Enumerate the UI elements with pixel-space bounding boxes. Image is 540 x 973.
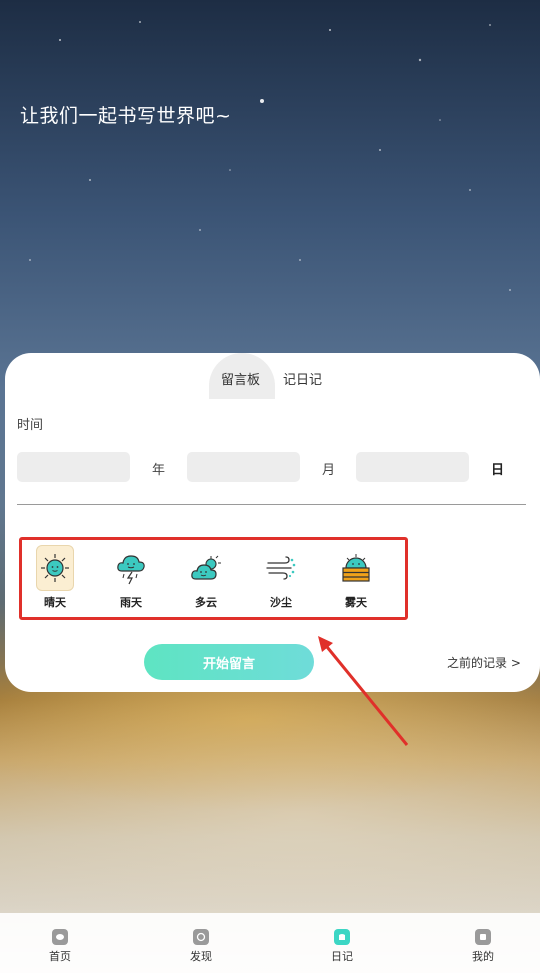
diary-icon — [334, 929, 350, 945]
tab-diary[interactable]: 记日记 — [283, 369, 322, 388]
nav-diary[interactable]: 日记 — [312, 929, 372, 964]
start-message-button[interactable]: 开始留言 — [144, 644, 314, 680]
tab-message-board[interactable]: 留言板 — [221, 369, 260, 388]
nav-home[interactable]: 首页 — [30, 929, 90, 964]
nav-profile-label: 我的 — [472, 950, 494, 963]
discover-icon — [193, 929, 209, 945]
time-label: 时间 — [17, 418, 44, 433]
entry-card: 留言板 记日记 时间 年 月 日 晴天 雨天 多云 沙尘 雾天 开始留言 之前的… — [5, 353, 540, 692]
nav-discover-label: 发现 — [190, 950, 212, 963]
bottom-tab-bar: 首页 发现 日记 我的 — [0, 913, 540, 973]
nav-profile[interactable]: 我的 — [453, 929, 513, 964]
nav-diary-label: 日记 — [331, 950, 353, 963]
year-input[interactable] — [17, 452, 130, 482]
day-unit-label: 日 — [491, 463, 505, 478]
month-unit-label: 月 — [322, 463, 336, 478]
annotation-highlight-box — [19, 537, 408, 620]
year-unit-label: 年 — [152, 463, 166, 478]
home-icon — [52, 929, 68, 945]
stars-decoration — [29, 21, 511, 291]
divider — [17, 504, 526, 505]
previous-records-link[interactable]: 之前的记录 > — [447, 654, 521, 671]
month-input[interactable] — [187, 452, 300, 482]
profile-icon — [475, 929, 491, 945]
nav-home-label: 首页 — [49, 950, 71, 963]
slogan-text: 让我们一起书写世界吧~ — [20, 105, 232, 127]
day-input[interactable] — [356, 452, 469, 482]
nav-discover[interactable]: 发现 — [171, 929, 231, 964]
